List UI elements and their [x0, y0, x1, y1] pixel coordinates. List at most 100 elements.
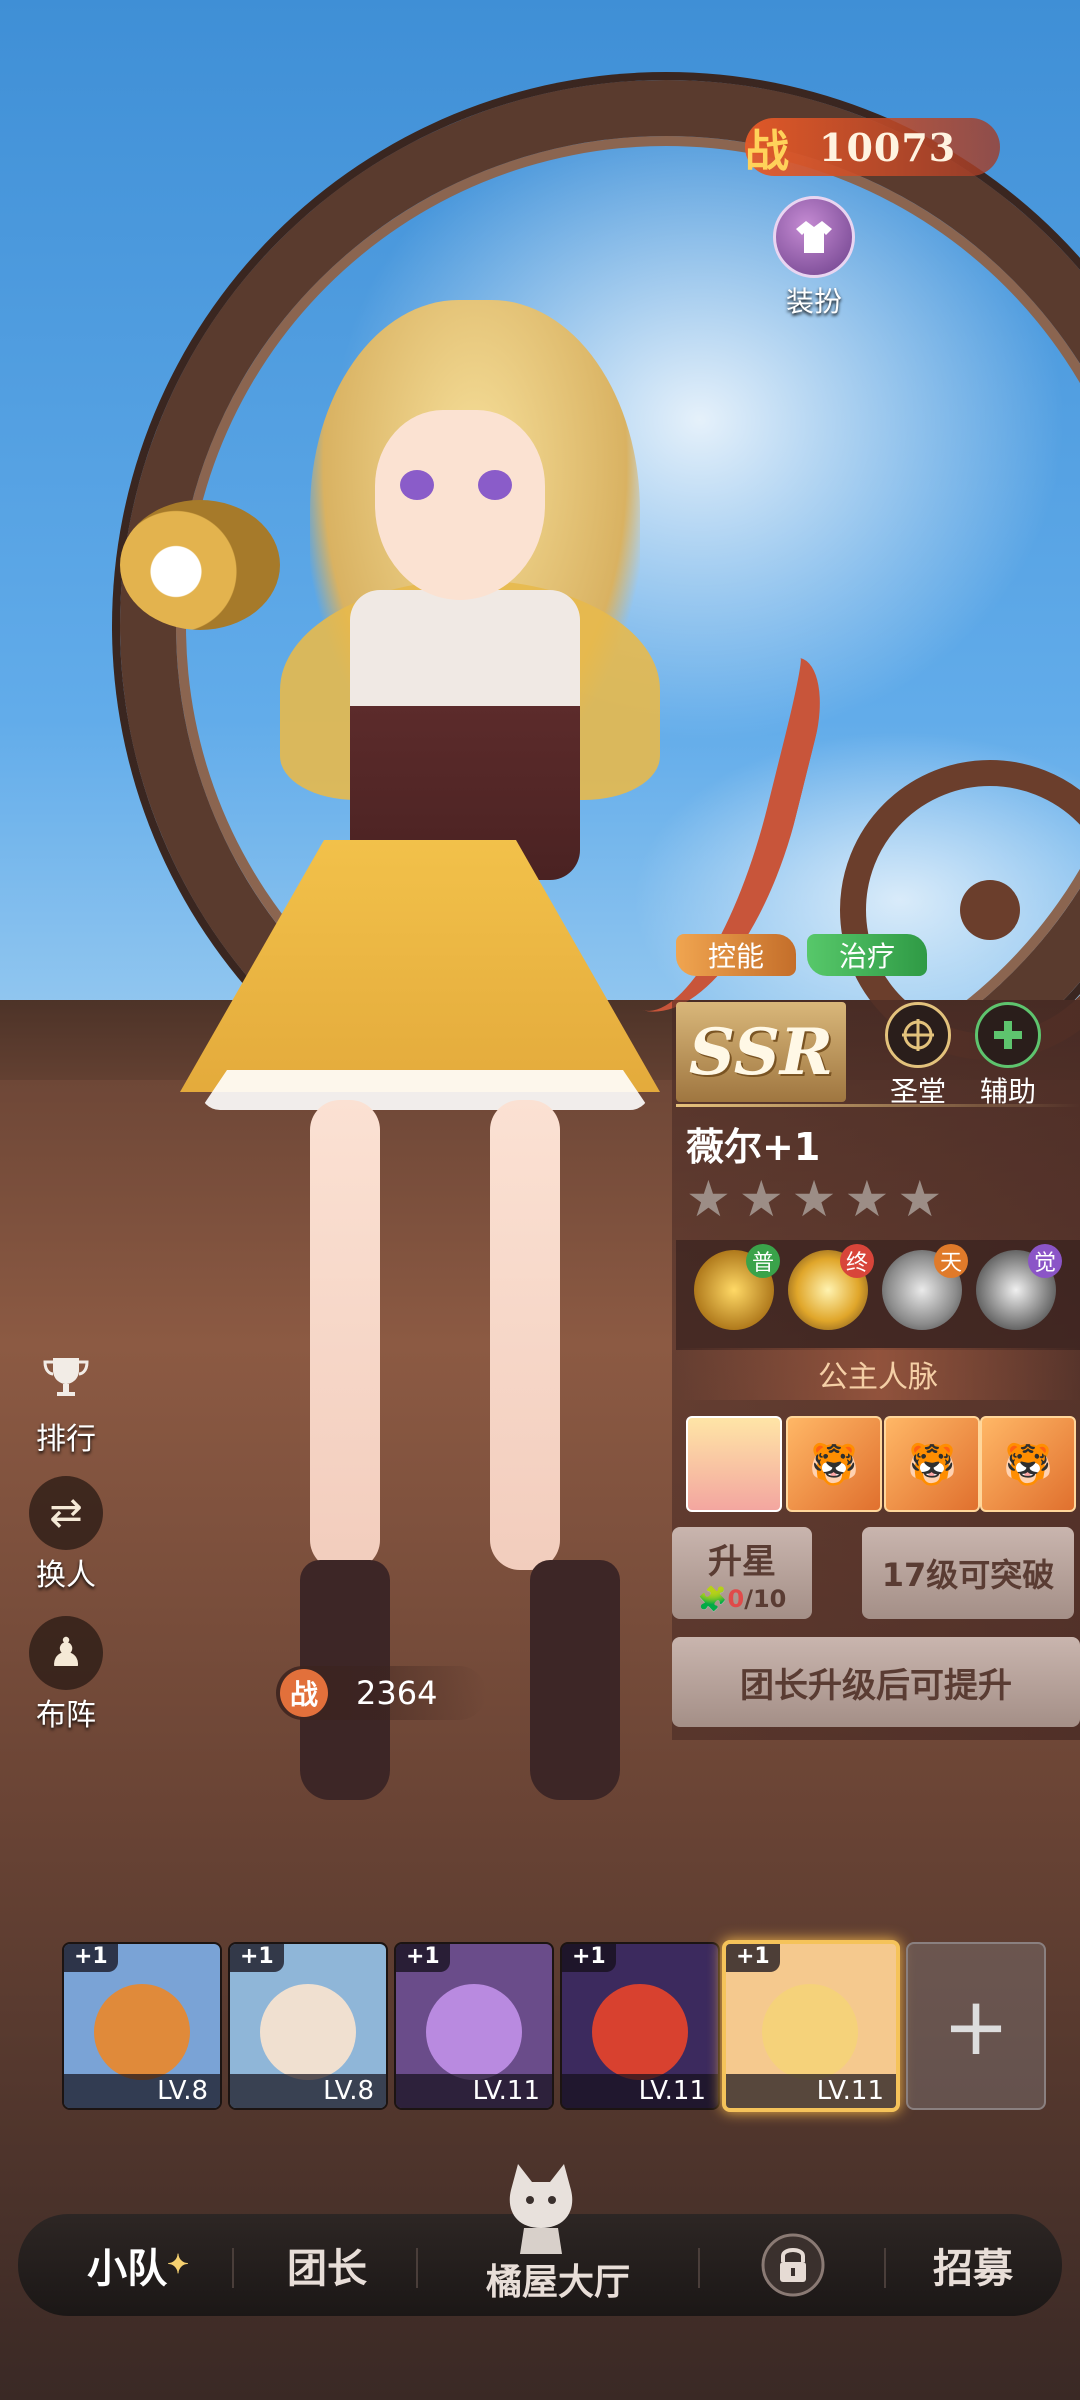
star-up-label: 升星 — [708, 1541, 776, 1582]
team-slot[interactable]: +1 LV.11 — [394, 1942, 554, 2110]
hero-boot — [530, 1560, 620, 1800]
star-icon: ★ — [897, 1170, 951, 1228]
skill-mark: 觉 — [1028, 1244, 1062, 1278]
nav-locked[interactable] — [718, 2214, 868, 2316]
nav-divider — [884, 2248, 886, 2288]
hero-portrait — [762, 1984, 858, 2080]
nav-recruit-label: 招募 — [933, 2245, 1013, 2292]
add-hero-slot[interactable]: + — [906, 1942, 1046, 2110]
plus-badge: +1 — [64, 1944, 118, 1972]
hero-power-badge: 战 2364 — [276, 1666, 486, 1720]
skill-mark: 普 — [746, 1244, 780, 1278]
skill-bar: 普 终 天 觉 — [676, 1240, 1080, 1350]
panel-divider — [676, 1104, 1080, 1107]
hero-leg — [490, 1100, 560, 1570]
swap-hero-button[interactable]: ⇄ 换人 — [24, 1476, 108, 1594]
swap-icon: ⇄ — [29, 1476, 103, 1550]
level-label: LV.11 — [396, 2074, 552, 2108]
network-slot-portrait[interactable] — [686, 1416, 782, 1512]
formation-label: 布阵 — [36, 1698, 96, 1733]
skill-ultimate[interactable]: 终 — [788, 1244, 874, 1330]
role-tag-control: 控能 — [676, 934, 796, 976]
team-slot-selected[interactable]: +1 LV.11 — [722, 1940, 900, 2112]
star-up-button[interactable]: 升星 🧩0/10 — [672, 1527, 812, 1619]
team-roster: +1 LV.8 +1 LV.8 +1 LV.11 +1 LV.11 +1 LV.… — [0, 1920, 1080, 2140]
star-icon: ★ — [791, 1170, 845, 1228]
dress-up-label: 装扮 — [785, 285, 842, 318]
level-label: LV.8 — [230, 2074, 386, 2108]
outfit-icon — [773, 196, 855, 278]
hero-portrait — [592, 1984, 688, 2080]
ranking-label: 排行 — [36, 1422, 96, 1457]
formation-button[interactable]: ♟ 布阵 — [24, 1616, 108, 1734]
level-label: LV.11 — [562, 2074, 718, 2108]
skill-awaken[interactable]: 觉 — [976, 1244, 1062, 1330]
trophy-icon — [29, 1340, 103, 1414]
hero-eye — [478, 470, 512, 500]
star-icon: ★ — [738, 1170, 792, 1228]
shard-total: /10 — [744, 1584, 787, 1613]
hero-portrait — [426, 1984, 522, 2080]
cat-mascot-icon — [509, 2164, 573, 2254]
dress-up-button[interactable]: 装扮 — [772, 196, 856, 318]
plus-badge: +1 — [726, 1944, 780, 1972]
captain-upgrade-button[interactable]: 团长升级后可提升 — [672, 1637, 1080, 1727]
hero-horn — [120, 500, 280, 630]
role-badge[interactable]: 辅助 — [968, 1002, 1048, 1110]
star-rating: ★★★★★ — [686, 1170, 950, 1228]
faction-badge[interactable]: 圣堂 — [878, 1002, 958, 1110]
nav-squad[interactable]: 小队 ✦ — [48, 2214, 228, 2316]
nav-squad-label: 小队 — [87, 2245, 168, 2292]
nav-captain-label: 团长 — [287, 2245, 367, 2292]
rarity-text: SSR — [688, 1014, 834, 1090]
sparkle-icon: ✦ — [167, 2250, 189, 2280]
nav-recruit[interactable]: 招募 — [888, 2214, 1058, 2316]
power-label: 战 — [745, 126, 789, 177]
role-tag-heal: 治疗 — [807, 934, 927, 976]
tiger-icon: 🐯 — [1003, 1441, 1053, 1488]
star-icon: ★ — [686, 1170, 739, 1228]
puzzle-icon: 🧩 — [697, 1584, 728, 1613]
plus-badge: +1 — [562, 1944, 616, 1972]
skill-talent[interactable]: 天 — [882, 1244, 968, 1330]
team-power-badge: 战 10073 — [745, 118, 1000, 177]
nav-captain[interactable]: 团长 — [242, 2214, 412, 2316]
star-up-progress: 🧩0/10 — [698, 1585, 787, 1613]
swap-label: 换人 — [36, 1558, 96, 1593]
hero-name: 薇尔+1 — [686, 1125, 821, 1169]
ranking-button[interactable]: 排行 — [24, 1340, 108, 1458]
nav-divider — [232, 2248, 234, 2288]
rarity-badge: SSR — [676, 1002, 846, 1102]
network-slot[interactable]: 🐯 — [786, 1416, 882, 1512]
network-slot[interactable]: 🐯 — [884, 1416, 980, 1512]
tiger-icon: 🐯 — [907, 1441, 957, 1488]
team-slot[interactable]: +1 LV.8 — [62, 1942, 222, 2110]
level-label: LV.8 — [64, 2074, 220, 2108]
skill-mark: 天 — [934, 1244, 968, 1278]
breakthrough-button[interactable]: 17级可突破 — [862, 1527, 1074, 1619]
team-slot[interactable]: +1 LV.8 — [228, 1942, 388, 2110]
star-icon: ★ — [844, 1170, 898, 1228]
plus-badge: +1 — [396, 1944, 450, 1972]
network-title: 公主人脉 — [676, 1348, 1080, 1400]
power-value: 10073 — [819, 124, 957, 170]
team-slot[interactable]: +1 LV.11 — [560, 1942, 720, 2110]
lock-icon — [761, 2233, 825, 2297]
nav-divider — [698, 2248, 700, 2288]
power-label: 战 — [280, 1669, 328, 1717]
formation-icon: ♟ — [29, 1616, 103, 1690]
network-slot[interactable]: 🐯 — [980, 1416, 1076, 1512]
nav-divider — [416, 2248, 418, 2288]
plus-icon — [975, 1002, 1041, 1068]
nav-hall-label: 橘屋大厅 — [485, 2261, 630, 2303]
shard-current: 0 — [727, 1584, 745, 1613]
hero-portrait — [260, 1984, 356, 2080]
power-value: 2364 — [356, 1674, 438, 1712]
plus-badge: +1 — [230, 1944, 284, 1972]
hero-character[interactable] — [120, 300, 834, 1800]
hero-face — [375, 410, 545, 600]
hero-leg — [310, 1100, 380, 1570]
plus-icon: + — [942, 1979, 1010, 2073]
skill-mark: 终 — [840, 1244, 874, 1278]
skill-normal[interactable]: 普 — [694, 1244, 780, 1330]
